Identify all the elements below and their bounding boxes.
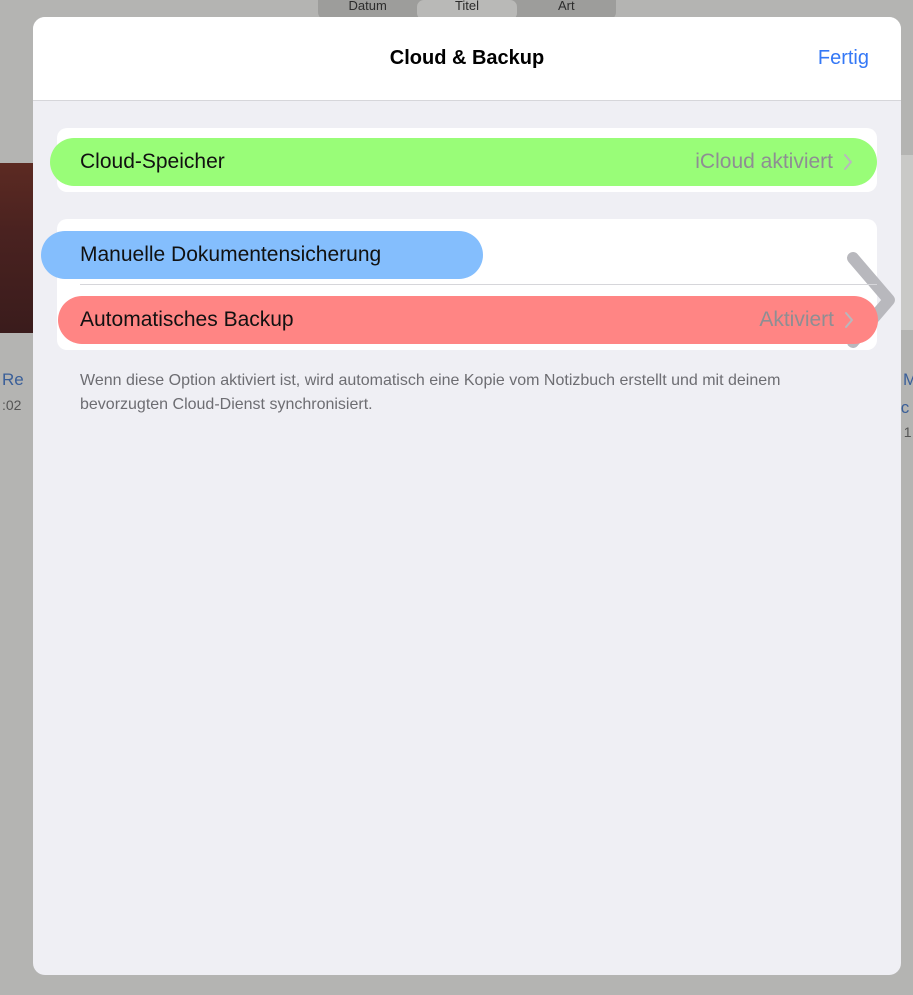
automatic-backup-value: Aktiviert xyxy=(759,308,834,331)
chevron-right-icon xyxy=(844,154,852,170)
background-subtitle-left: :02 xyxy=(2,397,22,413)
cloud-storage-row[interactable]: Cloud-Speicher iCloud aktiviert xyxy=(50,138,877,186)
background-thumbnail-left xyxy=(0,163,34,333)
backup-footer-note: Wenn diese Option aktiviert ist, wird au… xyxy=(80,372,781,413)
cloud-storage-label: Cloud-Speicher xyxy=(80,150,225,173)
automatic-backup-row[interactable]: Automatisches Backup Aktiviert xyxy=(58,296,878,344)
row-separator xyxy=(80,284,877,285)
cloud-backup-sheet: Cloud & Backup Fertig Cloud-Speicher iCl… xyxy=(33,17,901,975)
automatic-backup-label: Automatisches Backup xyxy=(80,308,294,331)
sheet-title: Cloud & Backup xyxy=(389,47,545,69)
manual-backup-row[interactable]: Manuelle Dokumentensicherung xyxy=(41,231,483,279)
background-title-right: M xyxy=(903,370,913,389)
navigation-bar: Cloud & Backup Fertig xyxy=(33,17,901,101)
cloud-storage-value: iCloud aktiviert xyxy=(695,150,833,173)
done-button[interactable]: Fertig xyxy=(818,47,869,70)
chevron-right-icon xyxy=(845,312,853,328)
manual-backup-label: Manuelle Dokumentensicherung xyxy=(80,243,382,266)
background-title-left: Re xyxy=(2,370,24,389)
